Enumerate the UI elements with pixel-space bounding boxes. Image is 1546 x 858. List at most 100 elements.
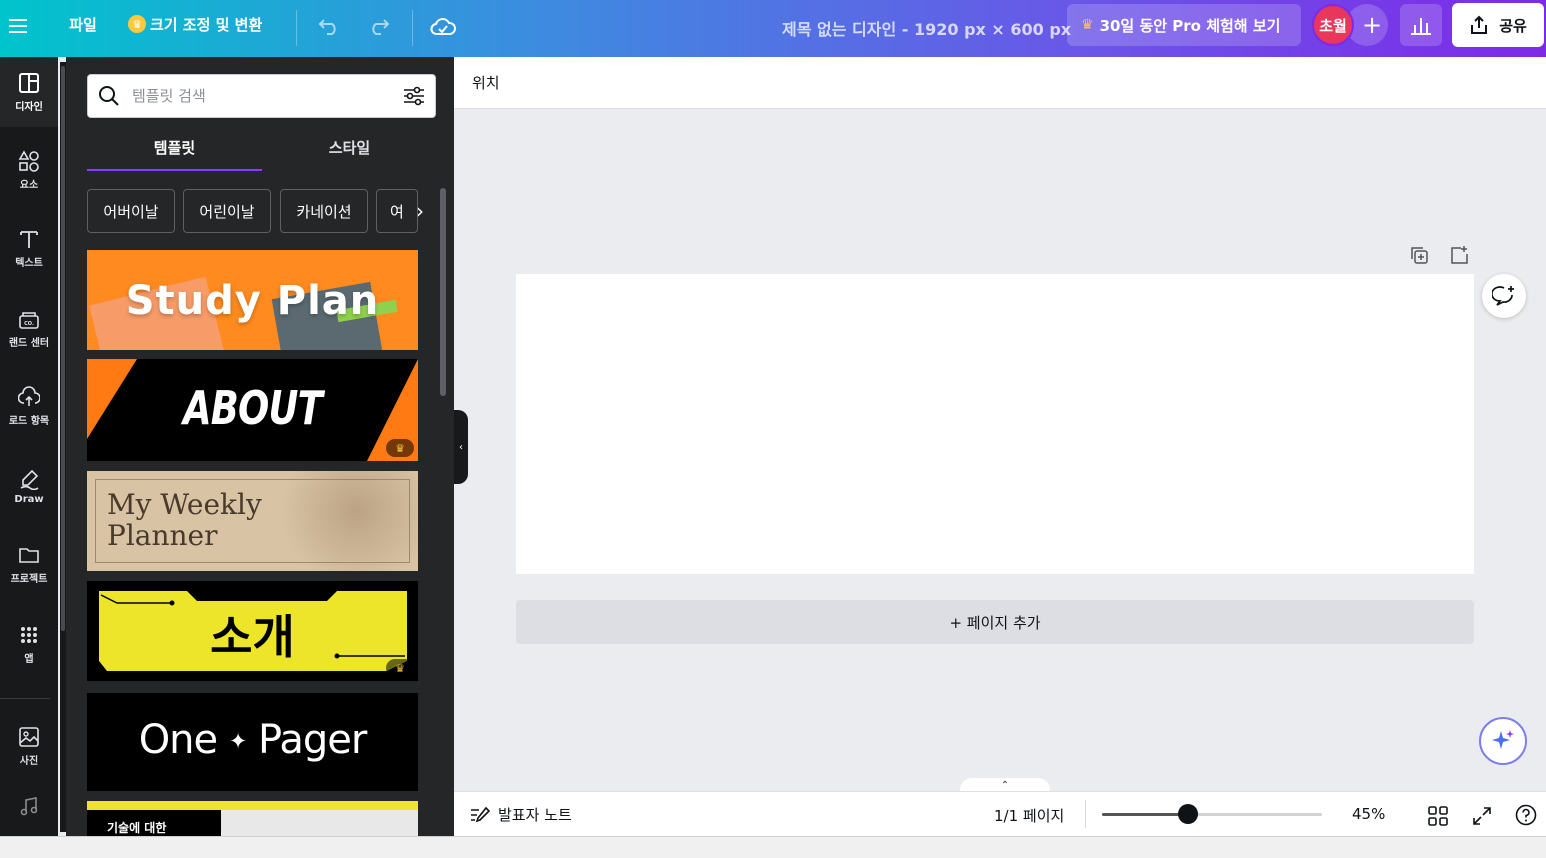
grid-view-icon[interactable] (1426, 804, 1450, 828)
redo-icon[interactable] (364, 12, 394, 40)
rail-item-design[interactable]: 디자인 (0, 57, 58, 127)
add-page-button[interactable]: + 페이지 추가 (516, 600, 1474, 644)
help-icon[interactable] (1514, 803, 1538, 827)
rail-item-audio[interactable] (0, 781, 58, 831)
svg-text:CO.: CO. (24, 321, 34, 327)
zoom-value[interactable]: 45% (1352, 805, 1385, 823)
template-tech[interactable]: 기술에 대한 (87, 801, 418, 836)
zoom-slider[interactable] (1102, 804, 1322, 824)
rail-item-text[interactable]: 텍스트 (0, 213, 58, 283)
side-rail: 디자인 요소 텍스트 CO. 랜드 센터 로드 항목 Draw 프로젝트 앱 사… (0, 57, 58, 836)
rail-label: 로드 항목 (8, 415, 50, 427)
zoom-slider-handle[interactable] (1177, 804, 1198, 824)
template-title: My Weekly Planner (107, 488, 262, 552)
collapse-panel-button[interactable]: ‹ (454, 410, 468, 484)
rail-item-projects[interactable]: 프로젝트 (0, 529, 58, 599)
design-title[interactable]: 제목 없는 디자인 - 1920 px × 600 px (782, 16, 1071, 40)
rail-item-uploads[interactable]: 로드 항목 (0, 371, 58, 441)
template-about[interactable]: ABOUT ♛ (87, 359, 418, 461)
template-title: One ✦ Pager (138, 717, 368, 763)
add-comment-icon[interactable] (1482, 274, 1526, 318)
add-page-icon[interactable] (1448, 244, 1470, 266)
crown-icon: ♛ (128, 15, 146, 33)
divider (412, 10, 413, 46)
chip-childrens-day[interactable]: 어린이날 (183, 189, 271, 233)
draw-icon (20, 469, 39, 490)
rail-item-photos[interactable]: 사진 (0, 711, 58, 781)
notes-pencil-icon (471, 806, 490, 822)
chevron-up-icon[interactable]: ⌃ (960, 778, 1050, 792)
chevron-right-icon[interactable]: › (406, 197, 434, 225)
template-title: 기술에 대한 (107, 821, 167, 835)
rail-label: 프로젝트 (10, 573, 48, 585)
file-menu-button[interactable]: 파일 (58, 12, 108, 36)
rail-item-apps[interactable]: 앱 (0, 609, 58, 679)
rail-label: 랜드 센터 (8, 337, 50, 349)
rail-item-elements[interactable]: 요소 (0, 135, 58, 205)
file-menu-label: 파일 (69, 15, 97, 34)
context-toolbar: 위치 (454, 57, 1546, 109)
search-input[interactable] (132, 87, 382, 105)
template-search (87, 74, 436, 118)
panel-scrollbar[interactable] (436, 173, 450, 836)
rail-label: 앱 (24, 653, 34, 665)
template-title: ABOUT (183, 381, 323, 435)
photo-icon (19, 726, 39, 747)
chevron-left-icon: ‹ (459, 441, 463, 453)
template-weekly-planner[interactable]: My Weekly Planner (87, 471, 418, 571)
presenter-notes-button[interactable]: 발표자 노트 (470, 804, 572, 825)
crown-icon: ♛ (386, 659, 414, 677)
template-title: Study Plan (125, 278, 380, 324)
search-icon (99, 86, 119, 106)
apps-grid-icon (21, 626, 37, 643)
rail-item-brand[interactable]: CO. 랜드 센터 (0, 293, 58, 363)
template-study-plan[interactable]: Study Plan (87, 250, 418, 350)
resize-button[interactable]: ♛ 크기 조정 및 변환 (128, 12, 262, 36)
template-title: 소개 (210, 610, 295, 664)
divider (296, 10, 297, 46)
hamburger-icon[interactable] (4, 8, 32, 44)
rail-label: 요소 (19, 179, 39, 191)
rail-label: 디자인 (15, 101, 43, 113)
design-canvas[interactable] (516, 274, 1474, 574)
rail-label: 사진 (19, 755, 39, 767)
crown-icon: ♛ (386, 439, 414, 457)
cloud-sync-icon[interactable] (428, 12, 458, 40)
page-count[interactable]: 1/1 페이지 (994, 805, 1064, 826)
layout-icon (19, 72, 39, 93)
browser-status-strip (0, 836, 1546, 858)
chip-parents-day[interactable]: 어버이날 (87, 189, 175, 233)
filter-sliders-icon[interactable] (403, 85, 425, 107)
duplicate-page-icon[interactable] (1408, 244, 1430, 266)
shapes-icon (18, 149, 39, 172)
divider (1085, 800, 1086, 828)
rail-divider (0, 698, 50, 699)
avatar[interactable]: 초월 (1312, 4, 1354, 46)
templates-panel: 템플릿 스타일 어버이날 어린이날 카네이션 여 › Study Plan AB… (66, 57, 454, 836)
text-icon (20, 230, 38, 248)
pro-trial-button[interactable]: ♛ 30일 동안 Pro 체험해 보기 (1067, 4, 1301, 46)
template-intro[interactable]: 소개 ♛ (87, 581, 418, 681)
template-one-pager[interactable]: One ✦ Pager (87, 693, 418, 791)
crown-icon: ♛ (1081, 17, 1094, 33)
rail-label: 텍스트 (15, 257, 43, 269)
tab-styles[interactable]: 스타일 (262, 137, 437, 171)
share-icon (1471, 15, 1488, 34)
folder-icon (19, 547, 39, 563)
rail-label: Draw (14, 493, 44, 505)
position-button[interactable]: 위치 (472, 72, 500, 93)
top-bar: 파일 ♛ 크기 조정 및 변환 제목 없는 디자인 - 1920 px × 60… (0, 0, 1546, 57)
share-button[interactable]: 공유 (1452, 3, 1544, 47)
bottom-bar: 발표자 노트 1/1 페이지 45% (454, 791, 1546, 836)
music-icon (20, 797, 38, 816)
notes-label: 발표자 노트 (498, 806, 572, 824)
resize-label: 크기 조정 및 변환 (150, 15, 263, 34)
undo-icon[interactable] (314, 12, 344, 40)
tab-templates[interactable]: 템플릿 (87, 137, 262, 171)
chip-carnation[interactable]: 카네이션 (280, 189, 368, 233)
magic-sparkle-icon[interactable] (1479, 717, 1527, 765)
insights-icon[interactable] (1400, 4, 1442, 46)
rail-item-draw[interactable]: Draw (0, 451, 58, 521)
fullscreen-icon[interactable] (1470, 804, 1494, 828)
zoom-fill (1102, 813, 1188, 816)
